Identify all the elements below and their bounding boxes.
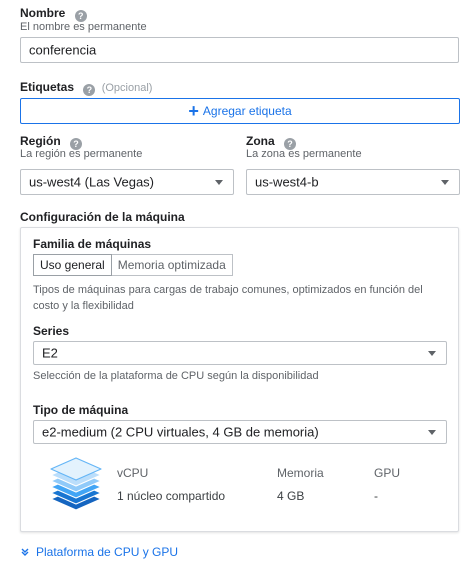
name-label: Nombre ? bbox=[20, 6, 87, 22]
add-label-button[interactable]: + Agregar etiqueta bbox=[20, 98, 460, 124]
machine-family-tabs: Uso general Memoria optimizada bbox=[33, 254, 233, 276]
machine-type-label: Tipo de máquina bbox=[33, 403, 129, 417]
help-icon[interactable]: ? bbox=[83, 84, 96, 96]
labels-label: Etiquetas ? (Opcional) bbox=[20, 80, 152, 96]
tab-general-purpose[interactable]: Uso general bbox=[33, 254, 112, 276]
spec-header-gpu: GPU bbox=[374, 466, 401, 480]
stacked-layers-icon bbox=[50, 457, 102, 511]
region-hint: La región es permanente bbox=[20, 148, 143, 160]
zone-select[interactable]: us-west4-b bbox=[246, 169, 460, 195]
series-hint: Selección de la plataforma de CPU según … bbox=[33, 370, 319, 382]
zone-select-value: us-west4-b bbox=[255, 174, 319, 190]
caret-down-icon bbox=[428, 351, 436, 356]
series-select-value: E2 bbox=[42, 345, 58, 361]
zone-label-text: Zona bbox=[246, 134, 275, 148]
caret-down-icon bbox=[428, 430, 436, 435]
machine-family-label: Familia de máquinas bbox=[33, 237, 152, 251]
spec-value-vcpu: 1 núcleo compartido bbox=[117, 489, 226, 503]
machine-family-description: Tipos de máquinas para cargas de trabajo… bbox=[33, 284, 423, 312]
plus-icon: + bbox=[188, 101, 199, 121]
add-label-text: Agregar etiqueta bbox=[202, 104, 292, 118]
spec-header-vcpu: vCPU bbox=[117, 466, 149, 480]
labels-label-text: Etiquetas bbox=[20, 80, 75, 94]
region-select-value: us-west4 (Las Vegas) bbox=[29, 174, 155, 190]
chevron-down-icon bbox=[21, 548, 29, 556]
name-label-text: Nombre bbox=[20, 6, 66, 20]
region-select[interactable]: us-west4 (Las Vegas) bbox=[20, 169, 234, 195]
machine-type-select-value: e2-medium (2 CPU virtuales, 4 GB de memo… bbox=[42, 424, 319, 440]
name-input-value: conferencia bbox=[29, 42, 97, 58]
series-label: Series bbox=[33, 324, 70, 338]
spec-value-gpu: - bbox=[374, 489, 378, 503]
machine-config-title: Configuración de la máquina bbox=[20, 210, 185, 224]
spec-value-memory: 4 GB bbox=[277, 489, 305, 503]
name-hint: El nombre es permanente bbox=[20, 21, 147, 33]
series-select[interactable]: E2 bbox=[33, 341, 447, 365]
caret-down-icon bbox=[215, 180, 223, 185]
labels-optional: (Opcional) bbox=[101, 82, 153, 94]
region-label-text: Región bbox=[20, 134, 61, 148]
tab-memory-optimized[interactable]: Memoria optimizada bbox=[111, 254, 233, 276]
cpu-platform-link[interactable]: Plataforma de CPU y GPU bbox=[20, 545, 178, 559]
machine-config-card: Familia de máquinas Uso general Memoria … bbox=[20, 227, 459, 532]
name-input[interactable]: conferencia bbox=[20, 37, 459, 63]
zone-hint: La zona es permanente bbox=[246, 148, 362, 160]
cpu-platform-link-text: Plataforma de CPU y GPU bbox=[36, 545, 179, 559]
spec-header-memory: Memoria bbox=[277, 466, 324, 480]
caret-down-icon bbox=[441, 180, 449, 185]
machine-type-select[interactable]: e2-medium (2 CPU virtuales, 4 GB de memo… bbox=[33, 420, 447, 444]
